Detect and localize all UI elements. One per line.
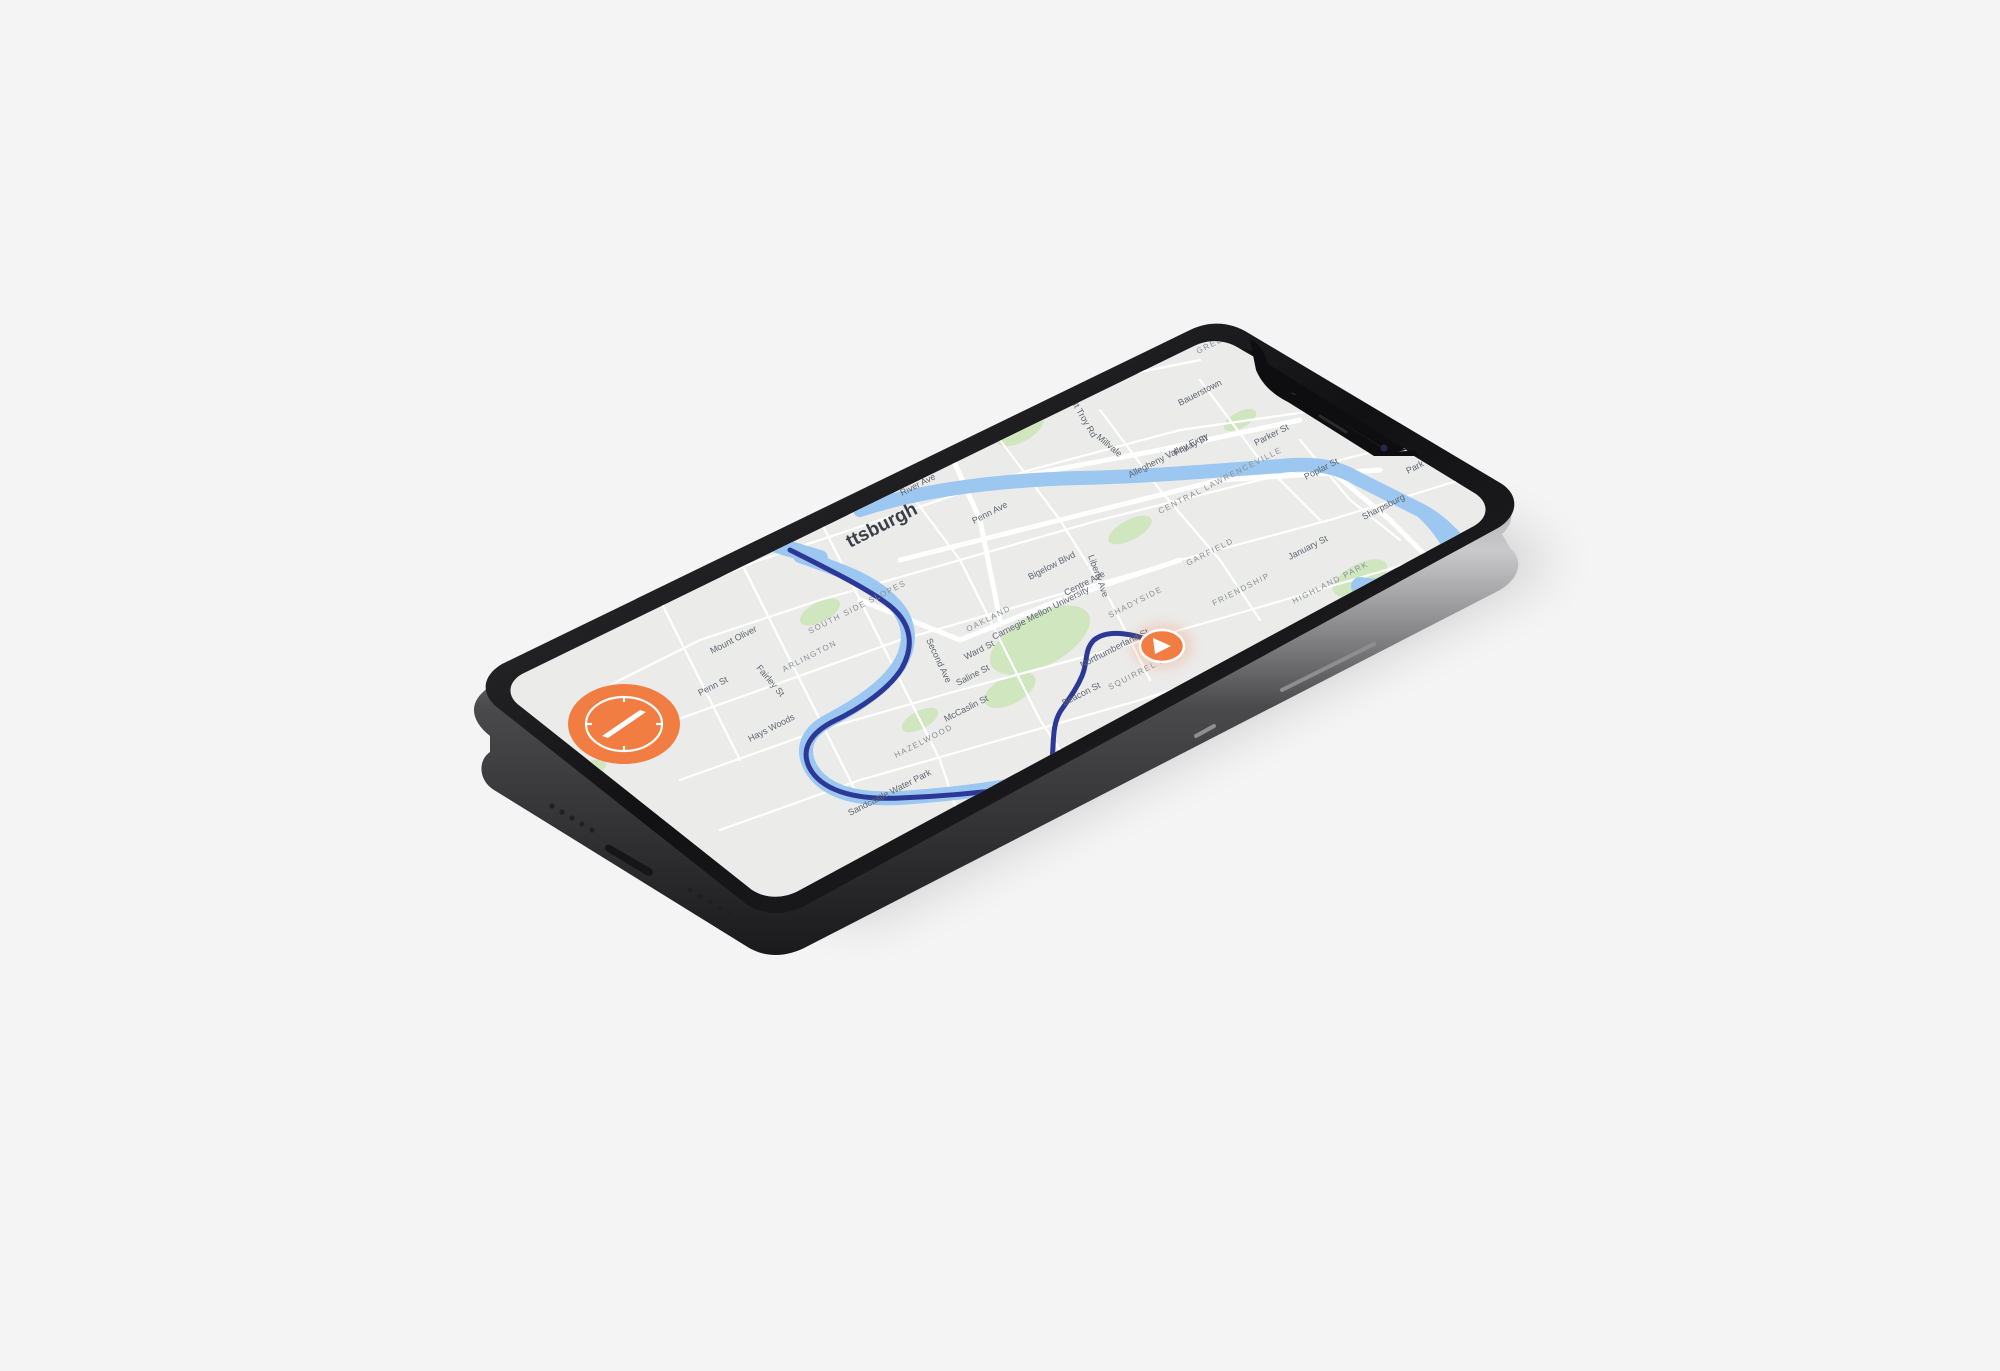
front-camera: [1380, 444, 1388, 452]
phone-mockup-scene: ttsburgh Penn Ave River Ave Allegheny Va…: [473, 323, 1560, 955]
compass-button[interactable]: [568, 684, 680, 764]
destination-marker[interactable]: [1132, 624, 1192, 668]
